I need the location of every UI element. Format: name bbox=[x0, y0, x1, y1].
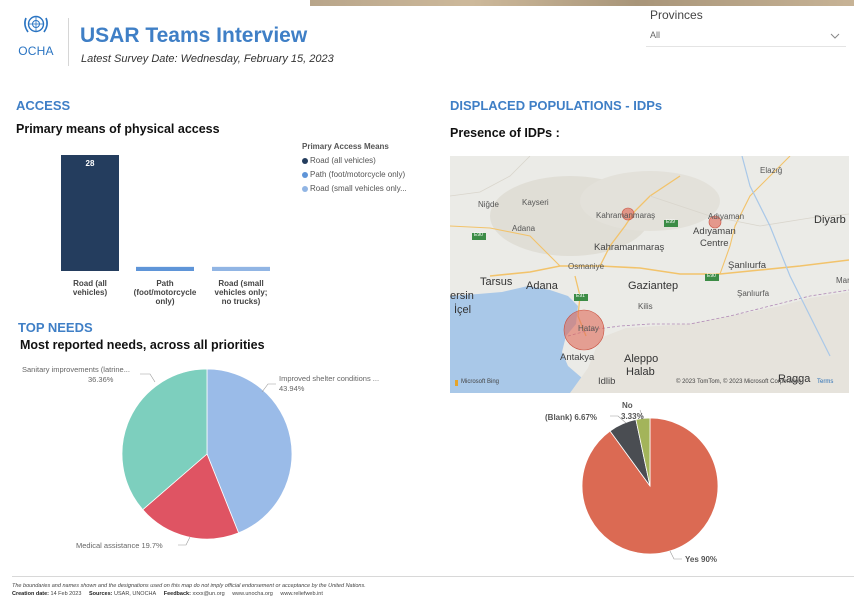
road-shield: E99 bbox=[666, 219, 675, 225]
pie-label-name: Sanitary improvements (latrine... bbox=[22, 365, 130, 374]
map-label: Idlib bbox=[598, 376, 616, 387]
road-shield: E91 bbox=[576, 293, 585, 299]
map-label: Kahramanmaraş bbox=[594, 242, 665, 253]
map-label: Centre bbox=[700, 238, 729, 249]
map-label: Kahramanmaraş bbox=[596, 211, 656, 220]
map-label: Şanlıurfa bbox=[728, 260, 767, 271]
sources-value: USAR, UNOCHA bbox=[114, 591, 157, 597]
map-label: İçel bbox=[454, 304, 472, 316]
map-label: Adana bbox=[512, 224, 536, 233]
map-label: Tarsus bbox=[480, 276, 513, 288]
map-label: Kayseri bbox=[522, 198, 549, 207]
pie-leader-line bbox=[140, 373, 156, 383]
map-label: Antakya bbox=[560, 352, 595, 363]
idps-map[interactable]: Niğde Kayseri Adana Kahramanmaraş Adıyam… bbox=[450, 156, 849, 393]
road-shield: E90 bbox=[474, 232, 483, 238]
pie-leader-line bbox=[669, 550, 682, 560]
pie-label-name: (Blank) 6.67% bbox=[545, 413, 597, 422]
creation-date-value: 14 Feb 2023 bbox=[50, 591, 82, 597]
sources-label: Sources: bbox=[88, 591, 113, 597]
map-label: ersin bbox=[450, 290, 474, 302]
bar-category-label: Road (small vehicles only; no trucks) bbox=[214, 279, 268, 307]
feedback-link[interactable]: xxxx@un.org bbox=[192, 591, 224, 597]
map-terms-link[interactable]: Terms bbox=[817, 379, 833, 385]
bar-data-label: 28 bbox=[86, 159, 95, 168]
footer-divider bbox=[12, 576, 854, 577]
map-label: Niğde bbox=[478, 200, 499, 209]
map-label: Adıyaman bbox=[693, 226, 736, 237]
pie-leader-line bbox=[178, 536, 191, 546]
map-label: Adana bbox=[526, 280, 558, 292]
pie-label-name: No bbox=[622, 401, 633, 410]
bar-category-label: Path (foot/motorcycle only) bbox=[133, 279, 197, 307]
access-bar[interactable] bbox=[212, 266, 270, 271]
reliefweb-link[interactable]: www.reliefweb.int bbox=[280, 591, 323, 597]
map-label: Hatay bbox=[578, 324, 599, 333]
pie-label-value: 43.94% bbox=[279, 384, 305, 393]
creation-date-label: Creation date: bbox=[12, 591, 49, 597]
map-label: Aleppo bbox=[624, 353, 659, 365]
footer-credits: Creation date: 14 Feb 2023 Sources: USAR… bbox=[12, 591, 323, 597]
map-label: Adıyaman bbox=[708, 212, 745, 221]
pie-label-name: Improved shelter conditions ... bbox=[279, 374, 379, 383]
map-label: Elazığ bbox=[760, 166, 783, 175]
access-bar[interactable] bbox=[61, 155, 119, 271]
map-label: Osmaniye bbox=[568, 262, 605, 271]
pie-label-value: 3.33% bbox=[621, 412, 644, 421]
unocha-link[interactable]: www.unocha.org bbox=[232, 591, 273, 597]
map-label: Şanlıurfa bbox=[737, 289, 770, 298]
map-copyright: © 2023 TomTom, © 2023 Microsoft Corporat… bbox=[676, 379, 802, 385]
map-label: Kilis bbox=[638, 302, 653, 311]
road-shield: E90 bbox=[707, 273, 716, 279]
access-bar[interactable] bbox=[136, 266, 194, 271]
map-label: Gaziantep bbox=[628, 280, 679, 292]
map-label: Halab bbox=[626, 366, 655, 378]
pie-label-name: Medical assistance 19.7% bbox=[76, 541, 163, 550]
map-attribution: Microsoft Bing bbox=[461, 379, 500, 385]
footer-disclaimer: The boundaries and names shown and the d… bbox=[12, 583, 366, 589]
map-label: Diyarb bbox=[814, 214, 846, 226]
pie-label-name: Yes 90% bbox=[685, 555, 717, 564]
bar-category-label: Road (all vehicles) bbox=[72, 279, 108, 298]
feedback-label: Feedback: bbox=[163, 591, 191, 597]
map-label: Mar bbox=[836, 276, 849, 285]
pie-label-value: 36.36% bbox=[88, 375, 114, 384]
